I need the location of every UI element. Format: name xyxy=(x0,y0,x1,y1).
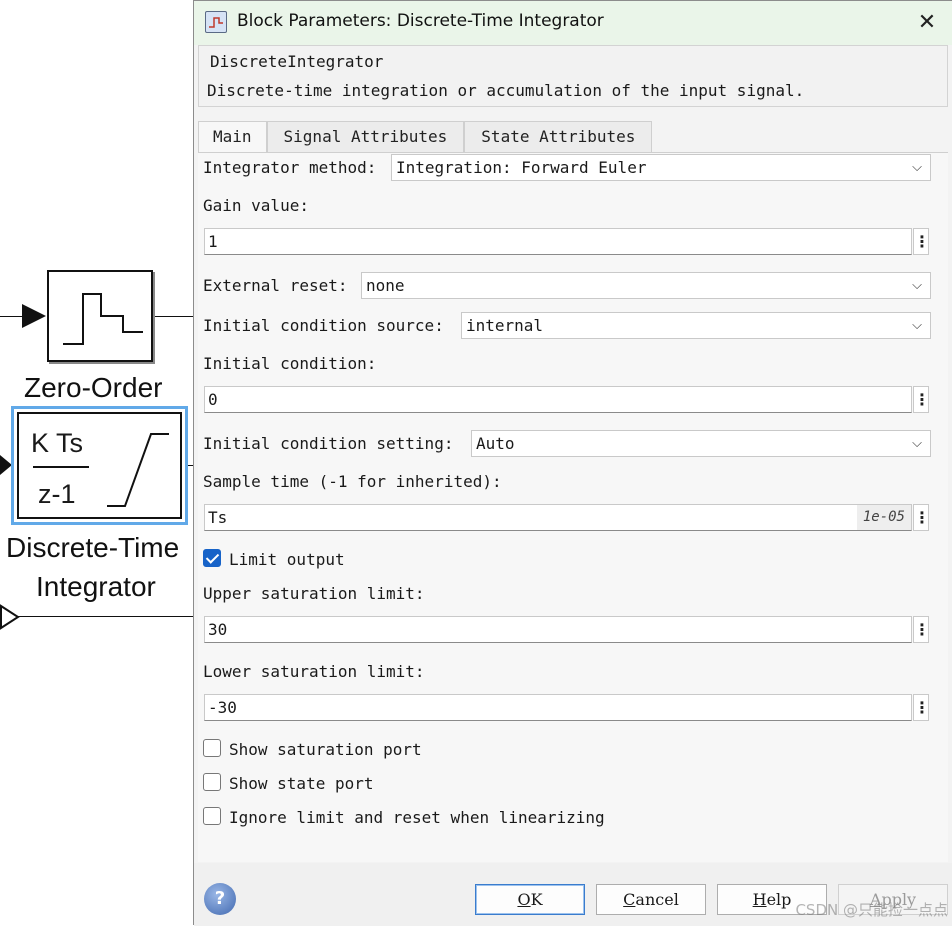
sample-time-input[interactable]: Ts 1e-05 xyxy=(204,504,912,531)
initial-condition-options-button[interactable]: ⋮ xyxy=(913,386,930,413)
cancel-button[interactable]: Cancel xyxy=(596,884,706,915)
initial-condition-text: 0 xyxy=(208,390,218,409)
block-description: DiscreteIntegrator Discrete-time integra… xyxy=(198,45,948,107)
zero-order-hold-icon xyxy=(63,293,143,345)
ok-label: K xyxy=(530,890,543,909)
sample-time-label: Sample time (-1 for inherited): xyxy=(203,472,502,491)
external-reset-value: none xyxy=(366,276,405,295)
show-state-port-checkbox[interactable] xyxy=(203,773,221,791)
lower-saturation-options-button[interactable]: ⋮ xyxy=(913,694,930,721)
external-reset-select[interactable]: none ⌵ xyxy=(361,272,931,299)
simulink-block-icon xyxy=(205,11,227,33)
zero-order-hold-block[interactable] xyxy=(47,270,153,362)
lower-saturation-label: Lower saturation limit: xyxy=(203,662,425,681)
dti-label-line1: Discrete-Time xyxy=(6,532,180,563)
upper-saturation-text: 30 xyxy=(208,620,228,639)
dialog-title: Block Parameters: Discrete-Time Integrat… xyxy=(237,11,604,31)
dti-denominator: z-1 xyxy=(38,479,76,509)
cancel-label: ancel xyxy=(635,890,679,909)
lower-saturation-text: -30 xyxy=(208,698,237,717)
sample-time-options-button[interactable]: ⋮ xyxy=(913,504,930,531)
chevron-down-icon: ⌵ xyxy=(912,160,922,175)
tab-signal-attributes[interactable]: Signal Attributes xyxy=(266,121,465,153)
integrator-method-value: Integration: Forward Euler xyxy=(396,158,647,177)
saturation-ramp-icon xyxy=(107,433,169,507)
gain-options-button[interactable]: ⋮ xyxy=(913,228,930,255)
more-options-icon: ⋮ xyxy=(914,390,930,409)
close-button[interactable]: ✕ xyxy=(912,9,942,37)
ignore-limit-checkbox[interactable] xyxy=(203,807,221,825)
show-saturation-port-checkbox[interactable] xyxy=(203,739,221,757)
help-icon[interactable]: ? xyxy=(204,883,236,915)
more-options-icon: ⋮ xyxy=(914,232,930,251)
discrete-time-integrator-body: K Ts z-1 xyxy=(17,412,182,519)
ok-button[interactable]: OK xyxy=(475,884,585,915)
tab-bar: Main Signal Attributes State Attributes xyxy=(198,121,653,153)
sample-time-resolved-hint: 1e-05 xyxy=(856,505,911,530)
zero-order-hold-label: Zero-Order xyxy=(24,372,163,403)
chevron-down-icon: ⌵ xyxy=(912,436,922,451)
gain-value-label: Gain value: xyxy=(203,196,309,215)
external-reset-label: External reset: xyxy=(203,276,348,295)
ic-setting-select[interactable]: Auto ⌵ xyxy=(471,430,931,457)
block-description-text: Discrete-time integration or accumulatio… xyxy=(207,81,805,100)
integrator-method-select[interactable]: Integration: Forward Euler ⌵ xyxy=(391,154,931,181)
initial-condition-input[interactable]: 0 xyxy=(204,386,912,413)
ic-setting-label: Initial condition setting: xyxy=(203,434,454,453)
show-saturation-port-label: Show saturation port xyxy=(229,740,422,759)
upper-saturation-label: Upper saturation limit: xyxy=(203,584,425,603)
integrator-method-label: Integrator method: xyxy=(203,158,377,177)
lower-saturation-input[interactable]: -30 xyxy=(204,694,912,721)
dti-label-line2: Integrator xyxy=(36,571,156,602)
cancel-mnemonic: C xyxy=(623,890,636,909)
tab-main[interactable]: Main xyxy=(198,121,267,153)
limit-output-checkbox[interactable] xyxy=(203,549,221,567)
gain-value-input[interactable]: 1 xyxy=(204,228,912,255)
ok-mnemonic: O xyxy=(517,890,531,909)
main-tab-panel: Integrator method: Integration: Forward … xyxy=(198,152,948,862)
chevron-down-icon: ⌵ xyxy=(912,278,922,293)
signal-line-bottom[interactable] xyxy=(18,616,200,617)
block-type-name: DiscreteIntegrator xyxy=(210,52,384,71)
more-options-icon: ⋮ xyxy=(914,620,930,639)
help-mnemonic: H xyxy=(752,890,767,909)
sample-time-text: Ts xyxy=(208,508,228,527)
ic-source-value: internal xyxy=(466,316,544,335)
dti-numerator: K Ts xyxy=(31,428,84,458)
more-options-icon: ⋮ xyxy=(914,698,930,717)
upper-saturation-options-button[interactable]: ⋮ xyxy=(913,616,930,643)
model-canvas[interactable]: Zero-Order K Ts z-1 Discrete-Time Integr… xyxy=(0,0,200,925)
help-label: elp xyxy=(766,890,792,909)
chevron-down-icon: ⌵ xyxy=(912,318,922,333)
ic-source-label: Initial condition source: xyxy=(203,316,444,335)
block-parameters-dialog: Block Parameters: Discrete-Time Integrat… xyxy=(193,0,952,926)
watermark: CSDN @只能捡一点点 xyxy=(795,901,948,919)
ic-source-select[interactable]: internal ⌵ xyxy=(461,312,931,339)
dti-fraction-bar xyxy=(33,466,89,468)
upper-saturation-input[interactable]: 30 xyxy=(204,616,912,643)
ic-setting-value: Auto xyxy=(476,434,515,453)
show-state-port-label: Show state port xyxy=(229,774,374,793)
gain-value-text: 1 xyxy=(208,232,218,251)
dialog-titlebar[interactable]: Block Parameters: Discrete-Time Integrat… xyxy=(194,1,952,45)
discrete-time-integrator-block[interactable]: K Ts z-1 xyxy=(11,406,188,525)
ignore-limit-label: Ignore limit and reset when linearizing xyxy=(229,808,605,827)
initial-condition-label: Initial condition: xyxy=(203,354,377,373)
close-icon: ✕ xyxy=(917,10,937,35)
tab-state-attributes[interactable]: State Attributes xyxy=(464,121,653,153)
input-arrow-icon xyxy=(22,304,46,328)
output-port-icon xyxy=(0,604,20,630)
more-options-icon: ⋮ xyxy=(914,508,930,527)
limit-output-label: Limit output xyxy=(229,550,345,569)
